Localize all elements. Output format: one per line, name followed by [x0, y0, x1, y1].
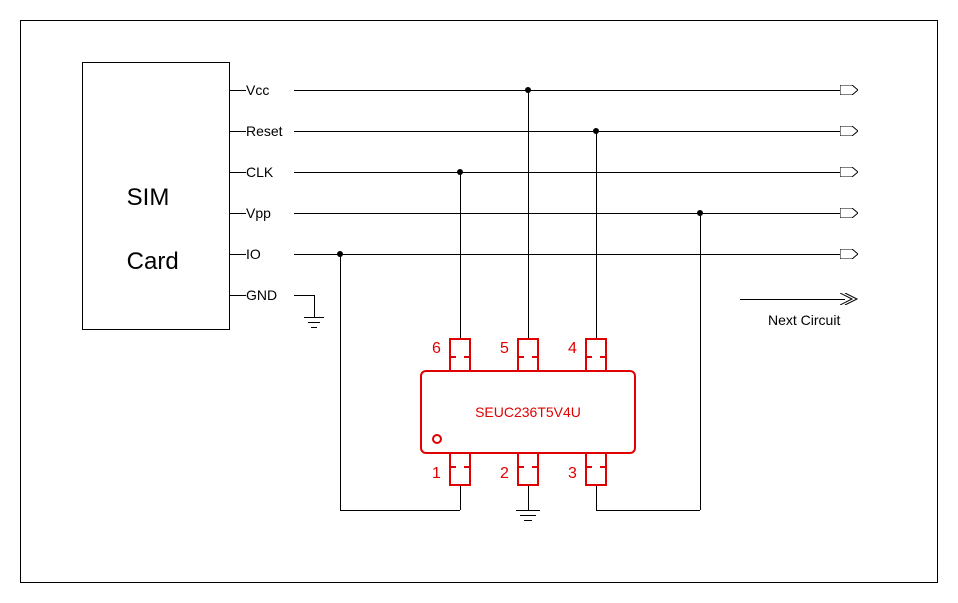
ic-lead-5: [517, 338, 539, 372]
pin-label-clk: CLK: [246, 164, 273, 180]
pin-label-vcc: Vcc: [246, 82, 269, 98]
ic-pin-num-5: 5: [500, 340, 509, 358]
ic-pin-num-3: 3: [568, 465, 577, 483]
wire-pin1-up: [340, 254, 341, 510]
wire-io-stub: [230, 254, 246, 255]
ic-pin-num-1: 1: [432, 465, 441, 483]
next-circuit-label: Next Circuit: [768, 312, 840, 328]
ic-part-number: SEUC236T5V4U: [422, 404, 634, 420]
ic-lead-4: [585, 338, 607, 372]
ic-pin-num-6: 6: [432, 340, 441, 358]
output-port-vcc: [840, 85, 858, 95]
junction-vpp: [697, 210, 703, 216]
pin-label-gnd: GND: [246, 287, 277, 303]
sim-title-line2: Card: [127, 248, 179, 275]
wire-vcc-to-pin5: [528, 90, 529, 338]
wire-gnd: [294, 295, 314, 296]
ic-package-body: SEUC236T5V4U: [420, 370, 636, 454]
ic-pin-num-2: 2: [500, 465, 509, 483]
wire-pin2-drop: [528, 486, 529, 510]
wire-pin3-h: [596, 510, 700, 511]
output-port-clk: [840, 167, 858, 177]
ic-pin-num-4: 4: [568, 340, 577, 358]
junction-reset: [593, 128, 599, 134]
wire-clk: [294, 172, 840, 173]
wire-reset-stub: [230, 131, 246, 132]
wire-io: [294, 254, 840, 255]
pin-label-reset: Reset: [246, 123, 283, 139]
ic-lead-2: [517, 452, 539, 486]
ic-lead-1: [449, 452, 471, 486]
wire-gnd-stub: [230, 295, 246, 296]
wire-pin1-drop: [460, 486, 461, 510]
pin-label-vpp: Vpp: [246, 205, 271, 221]
wire-pin3-up: [700, 213, 701, 510]
ic-lead-6: [449, 338, 471, 372]
wire-clk-stub: [230, 172, 246, 173]
sim-title-line1: SIM: [127, 184, 170, 211]
junction-clk: [457, 169, 463, 175]
output-port-reset: [840, 126, 858, 136]
output-port-vpp: [840, 208, 858, 218]
wire-pin1-h: [340, 510, 460, 511]
wire-reset-to-pin4: [596, 131, 597, 338]
wire-vcc: [294, 90, 840, 91]
junction-vcc: [525, 87, 531, 93]
pin-label-io: IO: [246, 246, 261, 262]
junction-io: [337, 251, 343, 257]
ic-pin1-marker: [432, 434, 442, 444]
sim-card-title: SIM Card: [100, 150, 179, 310]
wire-vpp: [294, 213, 840, 214]
wire-vpp-stub: [230, 213, 246, 214]
diagram-canvas: SIM Card Vcc Reset CLK Vpp IO GND: [0, 0, 958, 603]
output-port-io: [840, 249, 858, 259]
wire-pin3-drop: [596, 486, 597, 510]
wire-vcc-stub: [230, 90, 246, 91]
ic-lead-3: [585, 452, 607, 486]
wire-clk-to-pin6: [460, 172, 461, 338]
wire-reset: [294, 131, 840, 132]
